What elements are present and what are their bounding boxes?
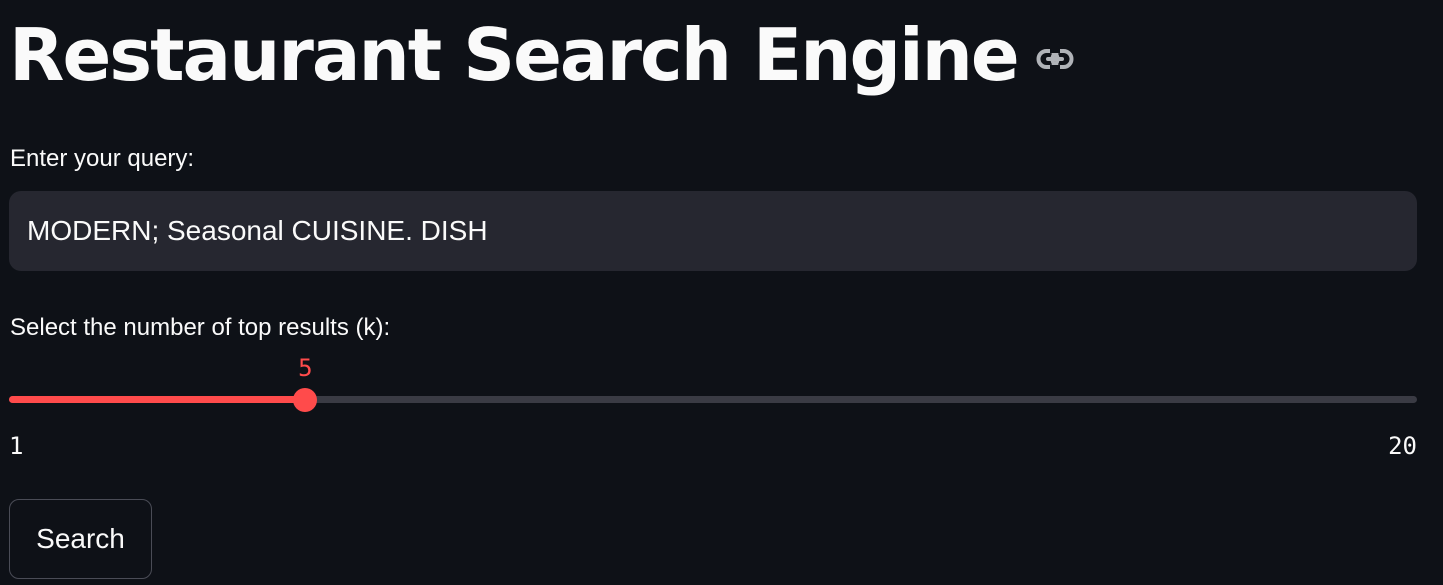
top-k-slider[interactable]: 5 1 20 [9,350,1417,460]
query-label: Enter your query: [10,145,195,172]
slider-min-label: 1 [9,432,24,460]
link-icon-graphic [1036,48,1074,70]
slider-max-label: 20 [1388,432,1417,460]
top-k-label: Select the number of top results (k): [10,314,391,341]
header: Restaurant Search Engine [9,0,1074,110]
page-title: Restaurant Search Engine [9,13,1020,97]
app-page: Restaurant Search Engine Enter your quer… [0,0,1443,585]
slider-track-fill [9,396,306,403]
slider-thumb[interactable] [293,388,318,412]
search-button[interactable]: Search [9,499,152,579]
slider-track[interactable] [9,396,1417,403]
query-input[interactable] [27,215,1399,247]
link-icon[interactable] [1036,48,1074,70]
slider-value-label: 5 [298,354,313,382]
query-field-container[interactable] [9,191,1417,271]
